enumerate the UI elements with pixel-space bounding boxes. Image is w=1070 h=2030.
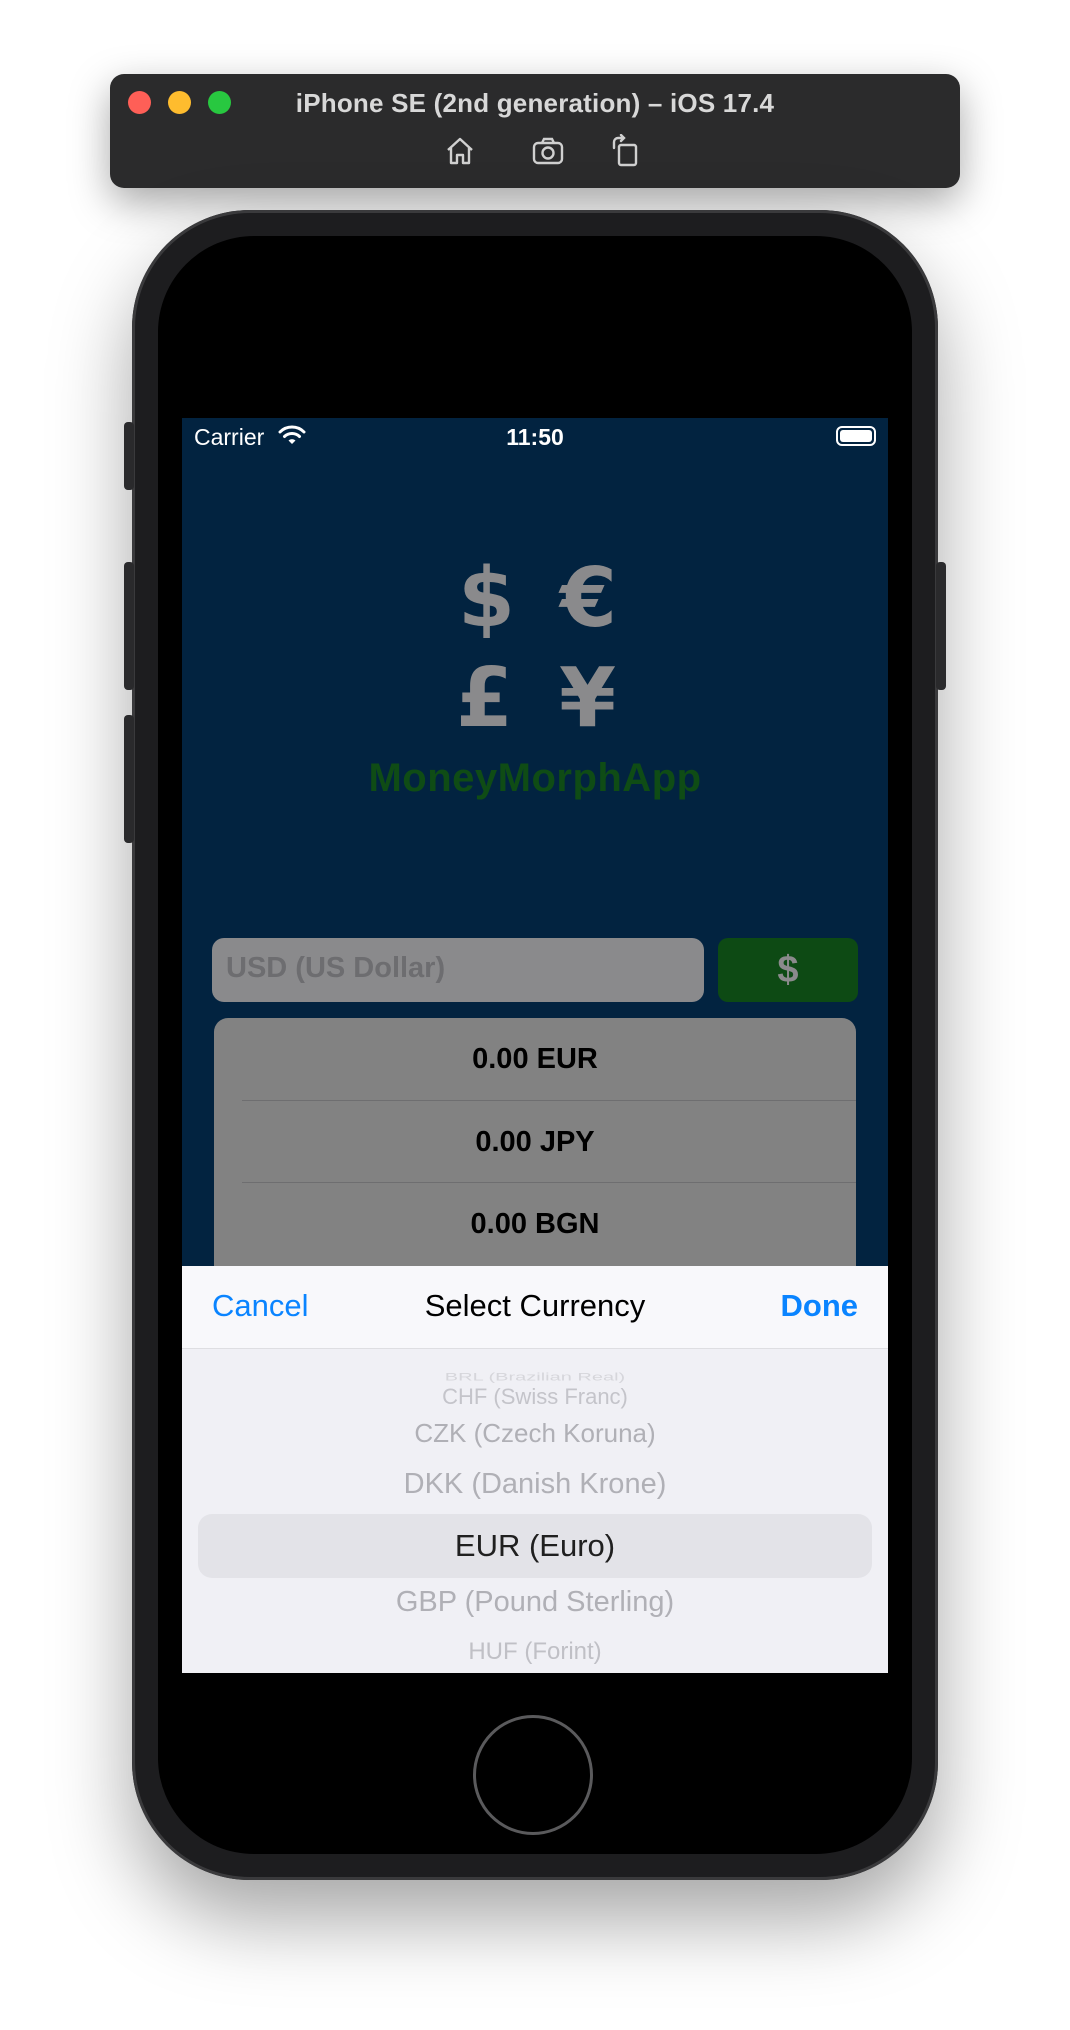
volume-up-button [124, 562, 134, 690]
status-bar: Carrier 11:50 [182, 418, 888, 460]
picker-option[interactable]: HUF (Forint) [182, 1638, 888, 1666]
picker-option[interactable]: CHF (Swiss Franc) [182, 1384, 888, 1410]
picker-toolbar: Cancel Select Currency Done [182, 1266, 888, 1349]
home-button[interactable] [473, 1715, 593, 1835]
result-row[interactable]: 0.00 BGN [242, 1182, 856, 1264]
mute-switch [124, 422, 134, 490]
result-row[interactable]: 0.00 EUR [214, 1018, 856, 1100]
picker-option[interactable]: BRL (Brazilian Real) [182, 1371, 888, 1384]
simulator-toolbar: iPhone SE (2nd generation) – iOS 17.4 [110, 74, 960, 188]
app-name: MoneyMorphApp [368, 756, 702, 800]
app-logo: $ € £ ¥ MoneyMorphApp [182, 551, 888, 801]
picker-option[interactable]: CZK (Czech Koruna) [182, 1418, 888, 1449]
result-row[interactable]: 0.00 JPY [242, 1100, 856, 1182]
currency-picker-sheet: Cancel Select Currency Done BRL (Brazili… [182, 1266, 888, 1673]
picker-option[interactable]: DKK (Danish Krone) [182, 1468, 888, 1501]
picker-option-selected[interactable]: EUR (Euro) [182, 1528, 888, 1564]
rotate-icon[interactable] [609, 133, 643, 168]
home-icon[interactable] [443, 134, 477, 168]
screenshot-icon[interactable] [531, 134, 565, 168]
pound-symbol: £ [456, 651, 514, 746]
status-time: 11:50 [506, 424, 564, 450]
amount-input-field[interactable]: USD (US Dollar) [212, 938, 704, 1002]
dollar-symbol: $ [458, 551, 516, 646]
done-button[interactable]: Done [781, 1288, 859, 1324]
yen-symbol: ¥ [559, 651, 617, 746]
app-screen: Carrier 11:50 $ € £ ¥ MoneyMorphApp USD … [182, 418, 888, 1673]
picker-option[interactable]: GBP (Pound Sterling) [182, 1586, 888, 1619]
power-button [936, 562, 946, 690]
euro-symbol: € [560, 551, 618, 646]
currency-symbol-button[interactable]: $ [718, 938, 858, 1002]
battery-icon [836, 426, 876, 446]
currency-picker-wheel[interactable]: BRL (Brazilian Real) CHF (Swiss Franc) C… [182, 1348, 888, 1673]
simulator-title: iPhone SE (2nd generation) – iOS 17.4 [295, 88, 775, 118]
amount-input-row: USD (US Dollar) $ [212, 938, 858, 1002]
volume-down-button [124, 715, 134, 843]
